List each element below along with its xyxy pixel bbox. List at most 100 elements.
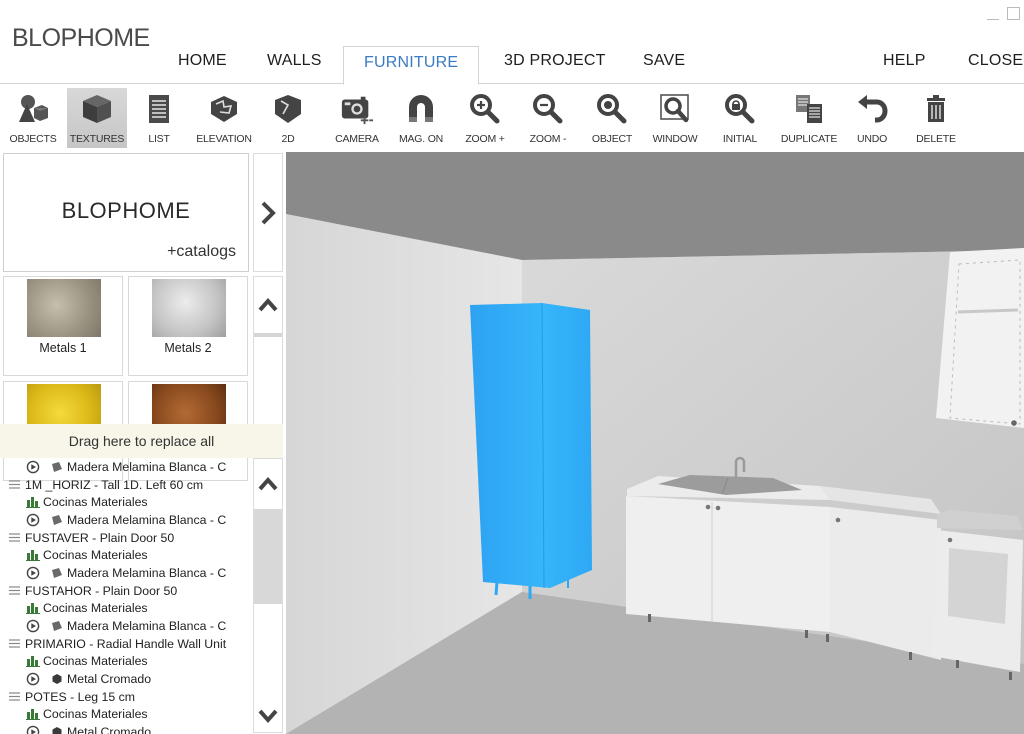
menu-walls[interactable]: WALLS	[267, 52, 322, 70]
tree-scroll-up[interactable]	[254, 459, 282, 509]
metal-swatch-icon	[49, 726, 64, 734]
tree-item[interactable]: POTES - Leg 15 cm	[0, 688, 250, 706]
tree-row-label: Metal Cromado	[67, 672, 152, 687]
tool-zoom-in[interactable]: ZOOM +	[460, 88, 510, 148]
tree-row-label: Cocinas Materiales	[43, 707, 148, 722]
list-lines-icon	[7, 479, 22, 491]
tool-objects[interactable]: OBJECTS	[6, 88, 60, 148]
menu-3d-project[interactable]: 3D PROJECT	[504, 52, 606, 70]
tree-row-label: Cocinas Materiales	[43, 548, 148, 563]
elevation-icon	[207, 92, 241, 126]
tree-material-row[interactable]: Metal Cromado	[0, 670, 250, 688]
chevron-right-icon	[261, 201, 276, 224]
tree-row-label: PRIMARIO - Radial Handle Wall Unit	[25, 636, 227, 651]
tree-item[interactable]: FUSTAVER - Plain Door 50	[0, 529, 250, 547]
chevron-down-icon	[258, 709, 278, 724]
3d-viewport[interactable]	[286, 152, 1024, 734]
window-controls	[987, 6, 1020, 20]
tool-elevation[interactable]: ELEVATION	[192, 88, 256, 148]
tree-scrollbar[interactable]	[253, 458, 283, 733]
menu-furniture[interactable]: FURNITURE	[343, 46, 480, 85]
texture-tile-metals-2[interactable]: Metals 2	[128, 276, 248, 376]
play-icon[interactable]	[25, 566, 40, 580]
tree-item[interactable]: 1M _HORIZ - Tall 1D. Left 60 cm	[0, 476, 250, 494]
catalog-next-button[interactable]	[253, 153, 283, 272]
play-icon[interactable]	[25, 672, 40, 686]
play-icon[interactable]	[25, 619, 40, 633]
tool-zoom-initial[interactable]: INITIAL	[718, 88, 762, 148]
tree-row-label: Madera Melamina Blanca - C	[67, 459, 227, 474]
tree-row-label: Madera Melamina Blanca - C	[67, 565, 227, 580]
zoom-in-icon	[468, 92, 502, 126]
tree-material-row[interactable]: Metal Cromado	[0, 723, 250, 734]
tool-zoom-window[interactable]: WINDOW	[648, 88, 702, 148]
catalog-icon	[25, 496, 40, 509]
play-icon[interactable]	[25, 725, 40, 734]
material-tree: Madera Melamina Blanca - C 1M _HORIZ - Ta…	[0, 458, 250, 734]
tree-row-label: Metal Cromado	[67, 725, 152, 734]
tool-magnet[interactable]: MAG. ON	[394, 88, 448, 148]
list-lines-icon	[7, 585, 22, 597]
tree-item[interactable]: PRIMARIO - Radial Handle Wall Unit	[0, 635, 250, 653]
menu-close[interactable]: CLOSE	[968, 52, 1023, 70]
tool-2d[interactable]: 2D	[266, 88, 310, 148]
tool-delete[interactable]: DELETE	[914, 88, 958, 148]
tree-material-row[interactable]: Madera Melamina Blanca - C	[0, 458, 250, 476]
3d-scene[interactable]	[286, 152, 1024, 734]
main-menu: HOME WALLS FURNITURE 3D PROJECT SAVE HEL…	[0, 44, 1024, 85]
menu-home[interactable]: HOME	[178, 52, 227, 70]
catalog-icon	[25, 549, 40, 562]
camera-icon	[340, 92, 374, 126]
tree-row-label: FUSTAHOR - Plain Door 50	[25, 583, 178, 598]
tool-camera[interactable]: CAMERA	[330, 88, 384, 148]
catalog-selector[interactable]: BLOPHOME +catalogs	[3, 153, 249, 272]
tree-catalog-row[interactable]: Cocinas Materiales	[0, 653, 250, 671]
base-cabinets-sink[interactable]	[626, 456, 830, 638]
list-lines-icon	[7, 638, 22, 650]
minimize-button[interactable]	[987, 6, 999, 20]
play-icon[interactable]	[25, 460, 40, 474]
tree-material-row[interactable]: Madera Melamina Blanca - C	[0, 511, 250, 529]
tree-catalog-row[interactable]: Cocinas Materiales	[0, 493, 250, 511]
catalog-brand: BLOPHOME	[61, 198, 191, 223]
tree-material-row[interactable]: Madera Melamina Blanca - C	[0, 617, 250, 635]
tree-scroll-thumb[interactable]	[254, 509, 282, 604]
texture-tile-metals-1[interactable]: Metals 1	[3, 276, 123, 376]
tree-catalog-row[interactable]: Cocinas Materiales	[0, 706, 250, 724]
wall-cabinet[interactable]	[936, 248, 1024, 428]
plan-2d-icon	[271, 92, 305, 126]
texture-scroll-up[interactable]	[254, 277, 282, 333]
toolbar: OBJECTS TEXTURES LIST ELEVATION 2D CAMER…	[0, 86, 1024, 150]
chevron-up-icon	[258, 297, 278, 312]
metal-swatch-icon	[49, 673, 64, 685]
tree-catalog-row[interactable]: Cocinas Materiales	[0, 600, 250, 618]
tree-row-label: Madera Melamina Blanca - C	[67, 512, 227, 527]
tree-row-label: POTES - Leg 15 cm	[25, 689, 136, 704]
tool-zoom-out[interactable]: ZOOM -	[523, 88, 573, 148]
tree-row-label: Madera Melamina Blanca - C	[67, 619, 227, 634]
tree-item[interactable]: FUSTAHOR - Plain Door 50	[0, 582, 250, 600]
menu-help[interactable]: HELP	[883, 52, 926, 70]
material-swatch-icon	[49, 620, 64, 632]
menu-save[interactable]: SAVE	[643, 52, 685, 70]
catalog-icon	[25, 708, 40, 721]
catalog-icon	[25, 602, 40, 615]
tool-duplicate[interactable]: DUPLICATE	[778, 88, 840, 148]
tool-undo[interactable]: UNDO	[852, 88, 892, 148]
undo-icon	[855, 92, 889, 126]
play-icon[interactable]	[25, 513, 40, 527]
objects-icon	[16, 92, 50, 126]
drop-zone-replace-all[interactable]: Drag here to replace all	[0, 424, 283, 458]
catalog-subtitle: +catalogs	[167, 243, 236, 260]
maximize-button[interactable]	[1007, 7, 1020, 20]
tree-scroll-down[interactable]	[254, 604, 282, 732]
selected-tall-cabinet[interactable]	[470, 302, 592, 599]
tree-material-row[interactable]: Madera Melamina Blanca - C	[0, 564, 250, 582]
tool-zoom-object[interactable]: OBJECT	[588, 88, 636, 148]
tool-textures[interactable]: TEXTURES	[67, 88, 127, 148]
tree-row-label: Cocinas Materiales	[43, 654, 148, 669]
tool-list[interactable]: LIST	[136, 88, 182, 148]
zoom-out-icon	[531, 92, 565, 126]
tree-row-label: Cocinas Materiales	[43, 495, 148, 510]
tree-catalog-row[interactable]: Cocinas Materiales	[0, 546, 250, 564]
